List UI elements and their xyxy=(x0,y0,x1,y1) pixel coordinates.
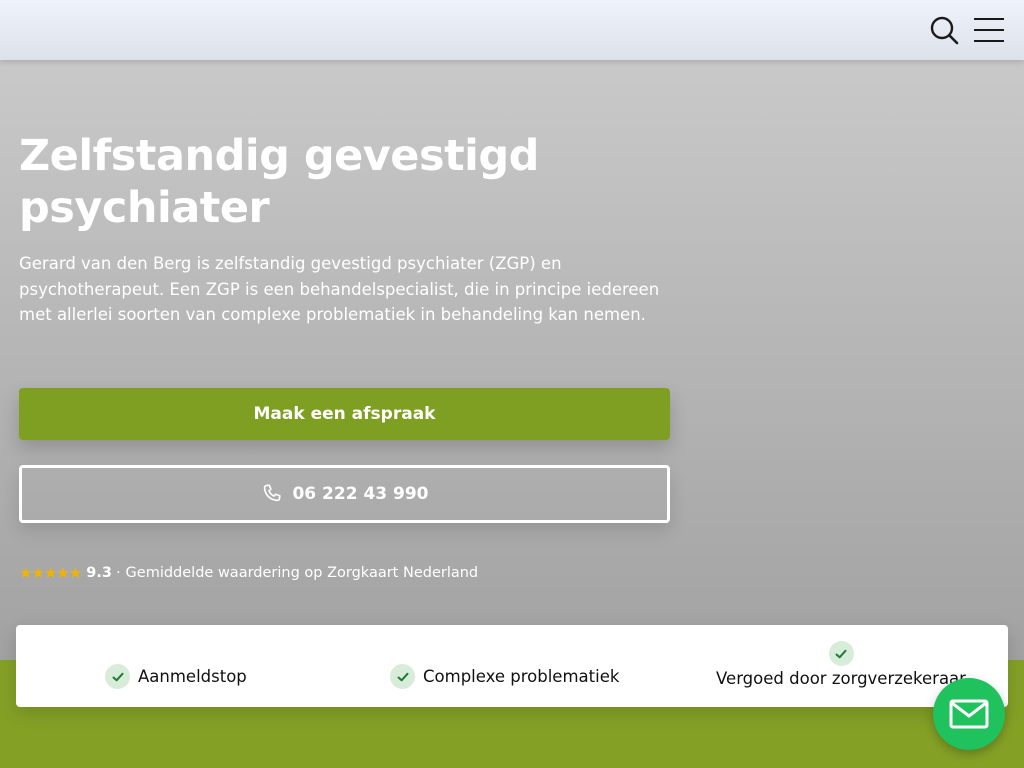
check-icon xyxy=(390,664,415,689)
mail-icon xyxy=(949,699,989,729)
hero-title-line-1: Zelfstandig gevestigd xyxy=(19,131,539,181)
rating-score: 9.3 xyxy=(86,565,112,581)
feature-item: Aanmeldstop xyxy=(105,664,247,689)
hero-title-line-2: psychiater xyxy=(19,183,270,233)
hero-description: Gerard van den Berg is zelfstandig geves… xyxy=(19,254,660,325)
top-bar xyxy=(0,0,1024,60)
feature-label: Complexe problematiek xyxy=(423,667,620,686)
rating-separator: · xyxy=(115,565,121,581)
search-button[interactable] xyxy=(928,14,960,46)
check-icon xyxy=(105,664,130,689)
phone-number: 06 222 43 990 xyxy=(292,484,429,504)
contact-mail-button[interactable] xyxy=(933,678,1005,750)
make-appointment-button[interactable]: Maak een afspraak xyxy=(19,388,670,440)
menu-button[interactable] xyxy=(972,15,1006,45)
rating-stars: ★★★★★ xyxy=(19,564,82,582)
search-icon xyxy=(930,16,959,45)
features-card: Aanmeldstop Complexe problematiek Vergoe… xyxy=(16,625,1008,707)
menu-icon xyxy=(974,18,1004,42)
rating-text: Gemiddelde waardering op Zorgkaart Neder… xyxy=(125,565,479,581)
rating-line: ★★★★★ 9.3 · Gemiddelde waardering op Zor… xyxy=(19,563,478,583)
phone-button[interactable]: 06 222 43 990 xyxy=(19,465,670,523)
hero-title: Zelfstandig gevestigd psychiater xyxy=(19,130,659,234)
page: Zelfstandig gevestigd psychiater Gerard … xyxy=(0,0,1024,768)
phone-icon xyxy=(264,484,282,502)
feature-item: Vergoed door zorgverzekeraar xyxy=(706,641,976,688)
feature-item: Complexe problematiek xyxy=(390,664,619,689)
feature-label: Aanmeldstop xyxy=(138,667,247,686)
hero-section: Zelfstandig gevestigd psychiater Gerard … xyxy=(0,60,1024,660)
check-icon xyxy=(828,641,854,666)
feature-label: Vergoed door zorgverzekeraar xyxy=(716,669,966,688)
make-appointment-label: Maak een afspraak xyxy=(253,404,436,424)
